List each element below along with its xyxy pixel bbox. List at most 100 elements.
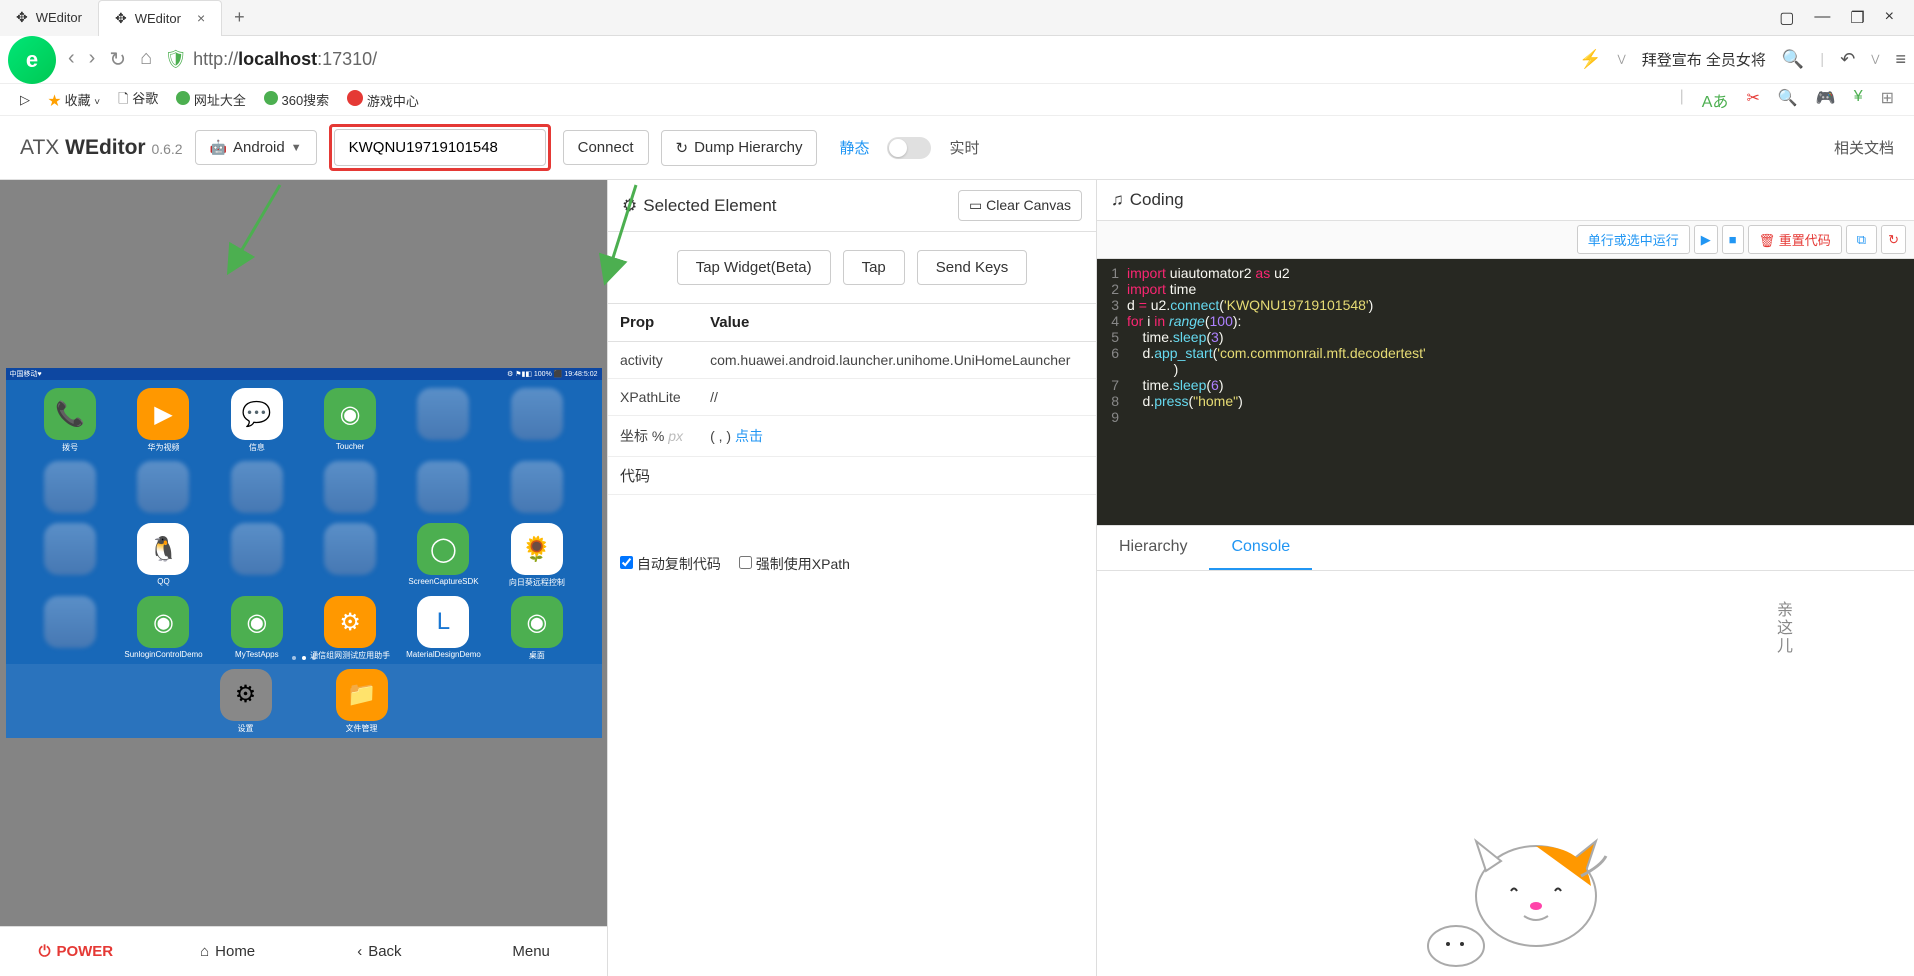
app-icon[interactable] — [28, 461, 113, 515]
code-section-label: 代码 — [608, 457, 1096, 494]
menu-icon[interactable]: ≡ — [1895, 49, 1906, 70]
force-xpath-checkbox[interactable]: 强制使用XPath — [739, 554, 850, 574]
app-icon[interactable] — [401, 461, 486, 515]
scissors-icon[interactable]: ✂ — [1746, 88, 1759, 112]
zoom-icon[interactable]: 🔍 — [1778, 88, 1798, 112]
run-selection-button[interactable]: 单行或选中运行 — [1577, 225, 1690, 254]
phone-screen[interactable]: 中国移动♥ ⚙ ⚑▮◧ 100% ⬛ 19:48:5:02 📞拨号▶华为视频💬信… — [6, 368, 602, 738]
app-icon[interactable] — [308, 461, 393, 515]
phone-dock: ⚙设置 📁文件管理 — [6, 664, 602, 738]
bookmark-wz[interactable]: 网址大全 — [176, 90, 246, 109]
app-icon[interactable] — [494, 461, 579, 515]
platform-select[interactable]: 🤖 Android ▼ — [195, 130, 317, 165]
app-icon[interactable]: ◯ScreenCaptureSDK — [401, 523, 486, 588]
stop-button[interactable]: ■ — [1722, 225, 1744, 254]
app-icon[interactable] — [28, 523, 113, 588]
code-toolbar: 单行或选中运行 ▶ ■ 🗑 重置代码 ⧉ ↻ — [1097, 221, 1914, 259]
code-refresh-button[interactable]: ↻ — [1881, 225, 1906, 254]
reload-icon[interactable]: ↻ — [109, 47, 126, 72]
platform-label: Android — [233, 139, 285, 156]
bookmark-game[interactable]: 游戏中心 — [347, 90, 419, 110]
browser-logo-icon[interactable]: e — [8, 36, 56, 84]
tap-widget-button[interactable]: Tap Widget(Beta) — [677, 250, 831, 285]
reset-button[interactable]: 🗑 重置代码 — [1748, 225, 1842, 254]
connect-button[interactable]: Connect — [563, 130, 649, 165]
home-button[interactable]: ⌂ Home — [152, 927, 304, 976]
coord-label: 坐标 % px — [608, 416, 698, 457]
gamepad-icon[interactable]: 🎮 — [1816, 88, 1836, 112]
maximize-icon[interactable]: ❐ — [1850, 8, 1864, 28]
close-window-icon[interactable]: × — [1885, 8, 1894, 28]
app-icon[interactable] — [401, 388, 486, 453]
shield-icon: 🛡 — [164, 49, 187, 70]
bookmark-google[interactable]: 🗋 谷歌 — [118, 88, 158, 112]
dock-icon[interactable]: 📁文件管理 — [336, 669, 388, 734]
app-icon[interactable] — [121, 461, 206, 515]
url-field[interactable]: 🛡 http://localhost:17310/ — [164, 49, 1567, 70]
copy-button[interactable]: ⧉ — [1846, 225, 1877, 254]
app-icon[interactable]: 💬信息 — [214, 388, 299, 453]
app-icon[interactable] — [214, 461, 299, 515]
apps-icon[interactable]: ⊞ — [1881, 88, 1894, 112]
news-text[interactable]: 拜登宣布 全员女将 — [1642, 49, 1766, 70]
caret-down-icon[interactable]: ⋁ — [1617, 54, 1625, 65]
tab-console[interactable]: Console — [1209, 526, 1312, 570]
docs-link[interactable]: 相关文档 — [1834, 137, 1894, 158]
url-text: http://localhost:17310/ — [193, 49, 377, 70]
dump-hierarchy-button[interactable]: ↻ Dump Hierarchy — [661, 130, 818, 166]
status-right: ⚙ ⚑▮◧ 100% ⬛ 19:48:5:02 — [507, 370, 598, 378]
app-icon[interactable]: 🐧QQ — [121, 523, 206, 588]
tap-button[interactable]: Tap — [843, 250, 905, 285]
code-editor[interactable]: 1import uiautomator2 as u22import time3d… — [1097, 259, 1914, 525]
tab-weditor-1[interactable]: ✥ WEditor — [0, 0, 98, 36]
dock-icon[interactable]: ⚙设置 — [220, 669, 272, 734]
serial-input[interactable] — [334, 129, 546, 166]
play-button[interactable]: ▶ — [1694, 225, 1718, 254]
home-nav-icon[interactable]: ⌂ — [140, 47, 152, 72]
refresh-icon: ↻ — [676, 139, 689, 157]
app-icon[interactable]: 🌻向日葵远程控制 — [494, 523, 579, 588]
yuan-icon[interactable]: ¥ — [1854, 88, 1863, 112]
translate-icon[interactable]: Aあ — [1702, 88, 1729, 112]
bookmark-fav[interactable]: ★ 收藏 ˅ — [48, 90, 100, 109]
wardrobe-icon[interactable]: ▢ — [1779, 8, 1794, 28]
chevron-down-icon[interactable]: ⋁ — [1871, 54, 1879, 65]
th-value: Value — [698, 304, 1096, 342]
house-icon: ⌂ — [200, 943, 209, 960]
tab-weditor-2[interactable]: ✥ WEditor × — [98, 0, 222, 36]
app-icon[interactable]: LMaterialDesignDemo — [401, 596, 486, 661]
expand-icon[interactable]: ▷ — [20, 92, 30, 108]
back-icon[interactable]: ‹ — [68, 47, 75, 72]
app-icon[interactable]: ⚙通信组网测试应用助手 — [308, 596, 393, 661]
undo-icon[interactable]: ↶ — [1840, 49, 1855, 70]
app-icon[interactable]: ◉SunloginControlDemo — [121, 596, 206, 661]
new-tab-button[interactable]: + — [222, 7, 257, 28]
search-icon[interactable]: 🔍 — [1782, 49, 1804, 70]
minimize-icon[interactable]: — — [1814, 8, 1830, 28]
back-button[interactable]: ‹ Back — [304, 927, 456, 976]
app-icon[interactable]: 📞拨号 — [28, 388, 113, 453]
app-icon[interactable] — [494, 388, 579, 453]
menu-button[interactable]: Menu — [455, 927, 607, 976]
app-icon[interactable]: ◉桌面 — [494, 596, 579, 661]
tab-hierarchy[interactable]: Hierarchy — [1097, 526, 1209, 570]
clear-canvas-button[interactable]: ▭ Clear Canvas — [958, 190, 1082, 221]
send-keys-button[interactable]: Send Keys — [917, 250, 1028, 285]
phone-status-bar: 中国移动♥ ⚙ ⚑▮◧ 100% ⬛ 19:48:5:02 — [6, 368, 602, 380]
app-icon[interactable]: ▶华为视频 — [121, 388, 206, 453]
app-title: ATX WEditor 0.6.2 — [20, 136, 183, 160]
app-icon[interactable] — [28, 596, 113, 661]
close-tab-icon[interactable]: × — [197, 10, 205, 26]
app-icon[interactable]: ◉MyTestApps — [214, 596, 299, 661]
app-icon[interactable] — [308, 523, 393, 588]
lightning-icon[interactable]: ⚡ — [1579, 49, 1601, 70]
live-toggle[interactable] — [887, 137, 931, 159]
bookmark-360[interactable]: 360搜索 — [264, 90, 329, 109]
power-button[interactable]: ⏻ POWER — [0, 927, 152, 976]
forward-icon[interactable]: › — [89, 47, 96, 72]
coding-panel: ♫ Coding 单行或选中运行 ▶ ■ 🗑 重置代码 ⧉ ↻ 1import … — [1097, 180, 1914, 976]
app-icon[interactable]: ◉Toucher — [308, 388, 393, 453]
click-link[interactable]: 点击 — [735, 428, 763, 444]
app-icon[interactable] — [214, 523, 299, 588]
auto-copy-checkbox[interactable]: 自动复制代码 — [620, 554, 721, 574]
